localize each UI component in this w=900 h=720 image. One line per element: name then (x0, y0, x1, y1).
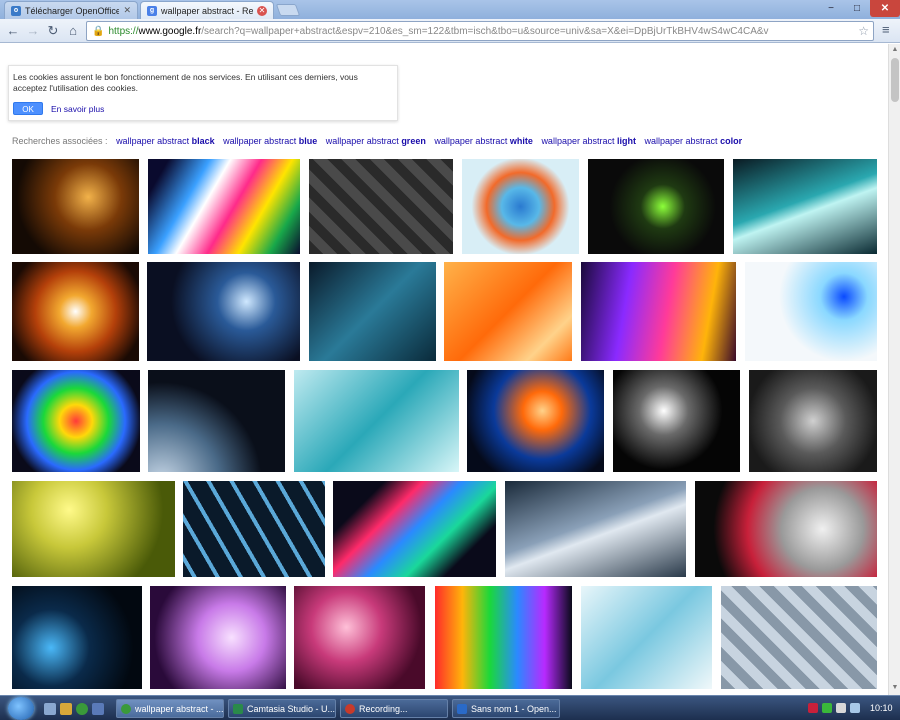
image-result-color-stripes[interactable] (333, 481, 496, 577)
image-result-rainbow-waves[interactable] (148, 159, 300, 254)
media-icon[interactable] (92, 703, 104, 715)
url-path: /search?q=wallpaper+abstract&espv=210&es… (201, 25, 769, 37)
related-label: Recherches associées : (12, 136, 108, 146)
chrome-quicklaunch-icon[interactable] (76, 703, 88, 715)
image-result-teal-light[interactable] (733, 159, 877, 254)
tab-label: Télécharger OpenOffice.o (25, 5, 120, 16)
task-label: wallpaper abstract - ... (135, 703, 224, 714)
related-link-light[interactable]: wallpaper abstract light (541, 136, 636, 146)
image-result-orange-splash[interactable] (12, 262, 139, 361)
volume-icon[interactable] (850, 703, 860, 713)
lock-icon: 🔒 (92, 25, 105, 37)
tab-google-images[interactable]: g wallpaper abstract - Rech ✕ (140, 1, 274, 19)
system-tray: 10:10 (806, 698, 900, 719)
image-result-purple-floral[interactable] (150, 586, 286, 689)
url-host: www.google.fr (138, 25, 202, 37)
openoffice-favicon-icon: o (11, 5, 21, 16)
cookie-learn-more-link[interactable]: En savoir plus (51, 104, 104, 114)
forward-icon[interactable]: → (24, 22, 42, 40)
antivirus-icon[interactable] (808, 703, 818, 713)
image-result-gray-swirls[interactable] (749, 370, 877, 472)
reload-icon[interactable]: ↻ (44, 22, 62, 40)
clock: 10:10 (870, 703, 893, 713)
related-link-blue[interactable]: wallpaper abstract blue (223, 136, 317, 146)
image-result-rainbow-swirl[interactable] (12, 370, 140, 472)
recording-icon (345, 703, 355, 714)
google-favicon-icon: g (147, 5, 157, 16)
image-result-teal-floral[interactable] (294, 370, 459, 472)
task-label: Recording... (359, 703, 408, 714)
image-result-blue-fractal[interactable] (147, 262, 300, 361)
back-icon[interactable]: ← (4, 22, 22, 40)
image-result-paint-butterfly[interactable] (462, 159, 579, 254)
task-recording[interactable]: Recording... (340, 699, 448, 718)
cookie-notice: Les cookies assurent le bon fonctionneme… (8, 65, 398, 121)
image-result-dark-cubes[interactable] (309, 159, 453, 254)
image-result-green-glow-dark[interactable] (588, 159, 724, 254)
image-result-yellow-green-floral[interactable] (12, 481, 175, 577)
scroll-up-icon[interactable]: ▲ (890, 45, 900, 55)
task-openoffice[interactable]: Sans nom 1 - Open... (452, 699, 560, 718)
page-content: Les cookies assurent le bon fonctionneme… (0, 44, 888, 695)
cookie-ok-button[interactable]: OK (13, 102, 43, 115)
close-window-button[interactable]: ✕ (870, 0, 900, 17)
image-result-golden-swirls[interactable] (12, 159, 139, 254)
maximize-button[interactable]: □ (844, 0, 870, 17)
image-result-white-swirls-dark[interactable] (613, 370, 740, 472)
url-scheme: https:// (108, 25, 139, 37)
related-link-green[interactable]: wallpaper abstract green (326, 136, 426, 146)
windows-taskbar: wallpaper abstract - ... Camtasia Studio… (0, 695, 900, 720)
task-label: Camtasia Studio - U... (247, 703, 336, 714)
menu-icon[interactable]: ≡ (882, 22, 890, 37)
scrollbar-thumb[interactable] (891, 58, 899, 102)
show-desktop-icon[interactable] (44, 703, 56, 715)
browser-toolbar: ← → ↻ ⌂ 🔒 https:// www.google.fr /search… (0, 19, 900, 43)
image-result-dark-blue-lines[interactable] (12, 586, 142, 689)
image-result-planet-earth[interactable] (148, 370, 285, 472)
image-result-light-blue-shards[interactable] (581, 586, 712, 689)
close-icon[interactable]: ✕ (123, 5, 131, 16)
related-link-white[interactable]: wallpaper abstract white (434, 136, 533, 146)
address-bar[interactable]: 🔒 https:// www.google.fr /search?q=wallp… (86, 21, 874, 41)
image-result-neon-bokeh[interactable] (581, 262, 736, 361)
task-camtasia[interactable]: Camtasia Studio - U... (228, 699, 336, 718)
network-icon[interactable] (836, 703, 846, 713)
bookmark-star-icon[interactable]: ☆ (858, 24, 869, 38)
related-link-color[interactable]: wallpaper abstract color (645, 136, 743, 146)
camtasia-icon (233, 703, 243, 714)
related-searches: Recherches associées : wallpaper abstrac… (12, 136, 742, 146)
image-result-blue-streaks[interactable] (183, 481, 325, 577)
task-chrome[interactable]: wallpaper abstract - ... (116, 699, 224, 718)
screen: o Télécharger OpenOffice.o ✕ g wallpaper… (0, 0, 900, 720)
vertical-scrollbar[interactable]: ▲ ▼ (888, 44, 900, 695)
cookie-text: Les cookies assurent le bon fonctionneme… (13, 72, 358, 93)
image-result-spectrum-lines[interactable] (435, 586, 572, 689)
related-link-black[interactable]: wallpaper abstract black (116, 136, 215, 146)
start-button[interactable] (8, 697, 34, 720)
image-result-blue-fractal-white[interactable] (745, 262, 877, 361)
openoffice-icon (457, 703, 467, 714)
scroll-down-icon[interactable]: ▼ (890, 683, 900, 693)
tab-label: wallpaper abstract - Rech (161, 5, 253, 16)
image-result-orange-abstract[interactable] (444, 262, 572, 361)
update-icon[interactable] (822, 703, 832, 713)
tab-openoffice[interactable]: o Télécharger OpenOffice.o ✕ (4, 1, 138, 19)
minimize-button[interactable]: − (818, 0, 844, 17)
image-result-teal-architect[interactable] (309, 262, 436, 361)
explorer-icon[interactable] (60, 703, 72, 715)
image-result-pink-flower[interactable] (294, 586, 425, 689)
task-label: Sans nom 1 - Open... (471, 703, 557, 714)
new-tab-button[interactable] (275, 4, 301, 16)
image-result-silver-curves[interactable] (505, 481, 686, 577)
chrome-icon (121, 703, 131, 714)
image-result-blue-orange-burst[interactable] (467, 370, 604, 472)
image-result-red-grunge-woman[interactable] (695, 481, 877, 577)
home-icon[interactable]: ⌂ (64, 22, 82, 40)
close-icon[interactable]: ✕ (257, 5, 267, 16)
image-result-silver-cubes[interactable] (721, 586, 877, 689)
tab-strip: o Télécharger OpenOffice.o ✕ g wallpaper… (0, 0, 900, 19)
